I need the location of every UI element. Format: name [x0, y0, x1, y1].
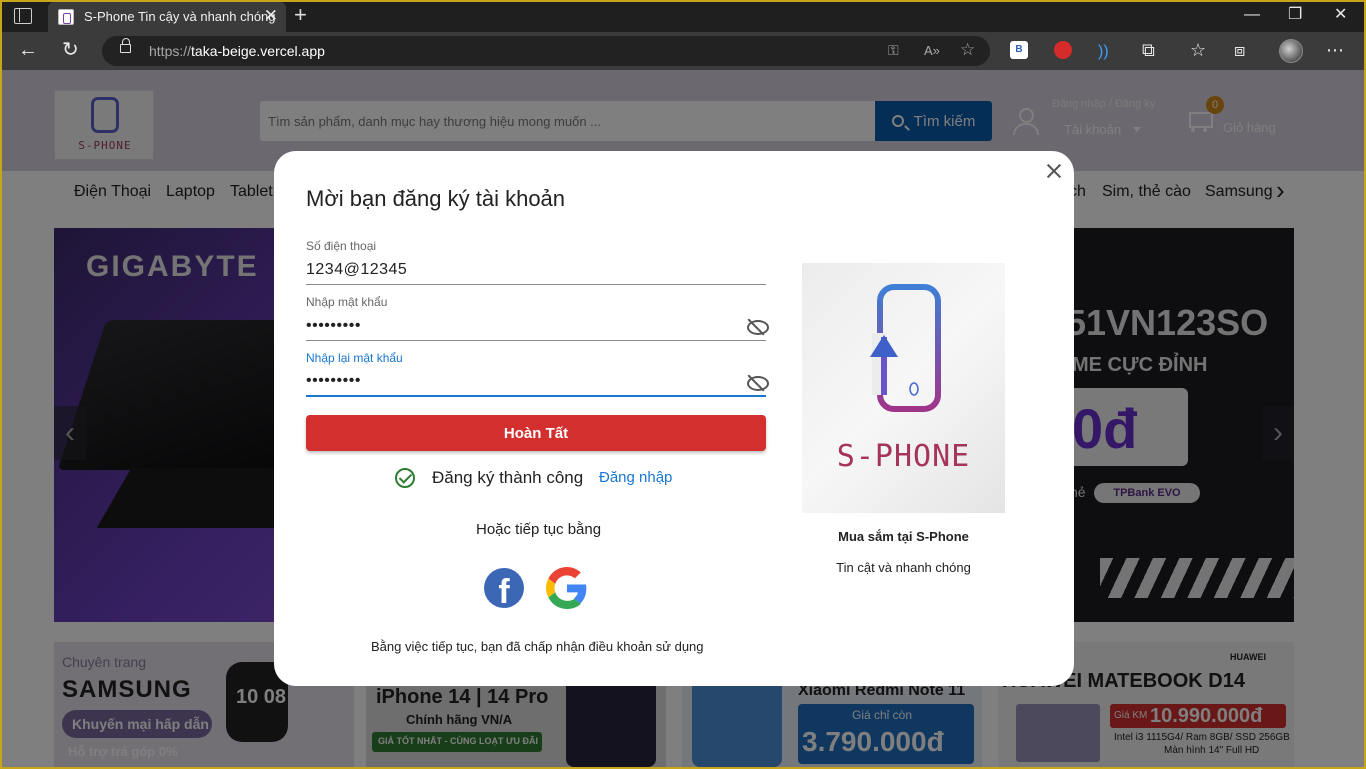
- browser-tab-bar: S-Phone Tin cậy và nhanh chóng ✕ + — ❐ ✕: [0, 0, 1366, 32]
- phone-field: Số điện thoại: [306, 239, 766, 287]
- window-close-icon[interactable]: ✕: [1334, 4, 1347, 26]
- lock-icon[interactable]: [120, 38, 131, 53]
- sphone-logo-image: S-PHONE: [802, 263, 1005, 513]
- confirm-password-input[interactable]: [306, 367, 766, 397]
- extension-wifi-icon[interactable]: )): [1098, 40, 1109, 64]
- modal-title: Mời bạn đăng ký tài khoản: [306, 186, 566, 211]
- extensions-puzzle-icon[interactable]: ⧉: [1142, 38, 1155, 62]
- terms-text: Bằng việc tiếp tục, bạn đã chấp nhận điề…: [371, 639, 704, 654]
- address-bar[interactable]: https://taka-beige.vercel.app ⚿ A» ☆: [102, 36, 990, 66]
- password-field: Nhập mật khẩu: [306, 295, 769, 343]
- tab-actions-icon[interactable]: [14, 8, 32, 24]
- collections-icon[interactable]: ⧈: [1234, 38, 1245, 62]
- phone-input[interactable]: [306, 255, 766, 285]
- password-input[interactable]: [306, 311, 766, 341]
- browser-tab[interactable]: S-Phone Tin cậy và nhanh chóng ✕: [48, 2, 286, 32]
- back-icon[interactable]: ←: [18, 38, 38, 62]
- confirm-password-field: Nhập lại mật khẩu: [306, 351, 769, 399]
- favorites-icon[interactable]: ☆: [1190, 38, 1206, 62]
- extension-hand-icon[interactable]: [1054, 41, 1072, 59]
- sphone-logo-icon: [870, 284, 941, 412]
- confirm-password-label: Nhập lại mật khẩu: [306, 351, 403, 365]
- reload-icon[interactable]: ↻: [62, 38, 79, 62]
- minimize-icon[interactable]: —: [1244, 4, 1260, 26]
- profile-avatar[interactable]: [1279, 39, 1303, 63]
- visibility-off-icon[interactable]: [746, 319, 769, 335]
- favorite-add-icon[interactable]: ☆: [960, 40, 975, 60]
- facebook-icon[interactable]: f: [484, 568, 524, 608]
- login-link[interactable]: Đăng nhập: [599, 469, 672, 486]
- key-icon[interactable]: ⚿: [888, 42, 899, 59]
- side-logo-text: S-PHONE: [836, 439, 971, 474]
- site-favicon-icon: [58, 9, 74, 25]
- google-icon[interactable]: [546, 567, 588, 609]
- url-text[interactable]: https://taka-beige.vercel.app: [149, 43, 325, 59]
- or-continue-text: Hoặc tiếp tục bằng: [476, 521, 602, 538]
- read-aloud-icon[interactable]: A»: [924, 43, 940, 58]
- check-circle-icon: [395, 468, 415, 488]
- tab-close-icon[interactable]: ✕: [264, 6, 278, 26]
- side-title: Mua sắm tại S-Phone: [838, 529, 969, 544]
- submit-button[interactable]: Hoàn Tất: [306, 415, 766, 451]
- close-icon[interactable]: [1042, 159, 1066, 183]
- new-tab-icon[interactable]: +: [294, 3, 307, 27]
- side-subtitle: Tin cật và nhanh chóng: [836, 560, 971, 575]
- phone-label: Số điện thoại: [306, 239, 377, 253]
- restore-icon[interactable]: ❐: [1288, 4, 1302, 26]
- register-modal: Mời bạn đăng ký tài khoản Số điện thoại …: [274, 151, 1074, 686]
- address-bar-row: ← ↻ https://taka-beige.vercel.app ⚿ A» ☆…: [0, 32, 1366, 70]
- tab-title: S-Phone Tin cậy và nhanh chóng: [84, 9, 276, 24]
- success-message: Đăng ký thành công: [432, 468, 584, 487]
- more-menu-icon[interactable]: ⋯: [1326, 38, 1344, 62]
- extension-b-icon[interactable]: B: [1010, 41, 1028, 59]
- password-label: Nhập mật khẩu: [306, 295, 388, 309]
- visibility-off-icon[interactable]: [746, 375, 769, 391]
